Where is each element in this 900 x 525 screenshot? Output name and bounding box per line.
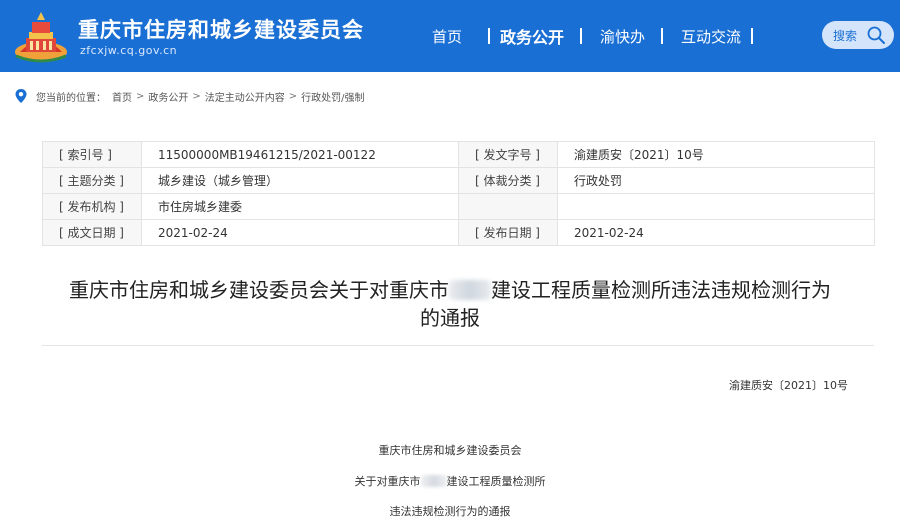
breadcrumb-separator: > xyxy=(192,90,201,102)
info-value-subject-category: 城乡建设（城乡管理） xyxy=(141,167,459,194)
info-value-publish-date: 2021-02-24 xyxy=(557,219,875,246)
nav-item-home[interactable]: 首页 xyxy=(432,26,462,47)
body-line-subject-part2: 建设工程质量检测所 xyxy=(446,475,546,488)
info-value-publisher: 市住房城乡建委 xyxy=(141,193,459,220)
info-label-subject-category: [ 主题分类 ] xyxy=(42,167,142,194)
info-label-document-number: [ 发文字号 ] xyxy=(458,141,558,168)
table-row: [ 主题分类 ] 城乡建设（城乡管理） [ 体裁分类 ] 行政处罚 xyxy=(42,167,875,194)
site-header: 重庆市住房和城乡建设委员会 zfcxjw.cq.gov.cn 首页 政务公开 渝… xyxy=(0,0,900,72)
article-title-line2: 的通报 xyxy=(420,306,480,330)
article-title-part2: 建设工程质量检测所违法违规检测行为 xyxy=(491,278,831,302)
info-label-written-date: [ 成文日期 ] xyxy=(42,219,142,246)
nav-separator xyxy=(488,28,491,44)
nav-item-government-affairs[interactable]: 政务公开 xyxy=(500,24,564,48)
table-row: [ 索引号 ] 11500000MB19461215/2021-00122 [ … xyxy=(42,141,875,168)
search-button[interactable]: 搜索 xyxy=(822,21,894,49)
info-label-publish-date: [ 发布日期 ] xyxy=(458,219,558,246)
breadcrumb-item-home[interactable]: 首页 xyxy=(112,89,132,104)
location-pin-icon xyxy=(15,89,27,103)
redacted-text xyxy=(449,280,491,300)
info-value-empty xyxy=(557,193,875,220)
article-title-part1: 重庆市住房和城乡建设委员会关于对重庆市 xyxy=(69,278,449,302)
body-line-subject: 关于对重庆市 建设工程质量检测所 xyxy=(0,473,900,489)
table-row: [ 成文日期 ] 2021-02-24 [ 发布日期 ] 2021-02-24 xyxy=(42,219,875,246)
info-label-empty xyxy=(458,193,558,220)
info-label-genre-category: [ 体裁分类 ] xyxy=(458,167,558,194)
document-info-table: [ 索引号 ] 11500000MB19461215/2021-00122 [ … xyxy=(42,141,875,246)
nav-separator xyxy=(661,28,664,44)
redacted-text xyxy=(420,475,447,487)
nav-separator xyxy=(580,28,583,44)
body-line-notice: 违法违规检测行为的通报 xyxy=(389,505,511,518)
nav-separator xyxy=(751,28,754,44)
nav-item-yukuaiban[interactable]: 渝快办 xyxy=(600,26,645,47)
government-emblem-icon[interactable] xyxy=(12,8,70,64)
breadcrumb: 您当前的位置： 首页 > 政务公开 > 法定主动公开内容 > 行政处罚/强制 xyxy=(14,88,365,104)
breadcrumb-prefix: 您当前的位置： xyxy=(36,92,106,104)
breadcrumb-item-administrative-penalty[interactable]: 行政处罚/强制 xyxy=(301,89,364,104)
breadcrumb-separator: > xyxy=(288,90,298,102)
info-value-document-number: 渝建质安〔2021〕10号 xyxy=(557,141,875,168)
body-line-subject-part1: 关于对重庆市 xyxy=(354,475,421,488)
body-line-issuer: 重庆市住房和城乡建设委员会 xyxy=(378,444,522,457)
breadcrumb-separator: > xyxy=(136,90,145,102)
table-row: [ 发布机构 ] 市住房城乡建委 xyxy=(42,193,875,220)
document-number: 渝建质安〔2021〕10号 xyxy=(729,379,848,392)
info-value-index-number: 11500000MB19461215/2021-00122 xyxy=(141,141,459,168)
breadcrumb-item-statutory-disclosure[interactable]: 法定主动公开内容 xyxy=(205,89,285,104)
site-domain: zfcxjw.cq.gov.cn xyxy=(80,44,178,57)
site-title[interactable]: 重庆市住房和城乡建设委员会 xyxy=(78,14,364,44)
search-label: 搜索 xyxy=(833,28,858,43)
info-label-publisher: [ 发布机构 ] xyxy=(42,193,142,220)
search-icon xyxy=(867,26,885,44)
info-value-written-date: 2021-02-24 xyxy=(141,219,459,246)
info-value-genre-category: 行政处罚 xyxy=(557,167,875,194)
breadcrumb-item-government-affairs[interactable]: 政务公开 xyxy=(148,89,188,104)
nav-item-interaction[interactable]: 互动交流 xyxy=(681,26,741,47)
article-title: 重庆市住房和城乡建设委员会关于对重庆市 建设工程质量检测所违法违规检测行为 的通报 xyxy=(20,276,880,332)
title-divider xyxy=(42,345,874,346)
main-nav: 首页 政务公开 渝快办 互动交流 xyxy=(418,22,763,50)
info-label-index-number: [ 索引号 ] xyxy=(42,141,142,168)
